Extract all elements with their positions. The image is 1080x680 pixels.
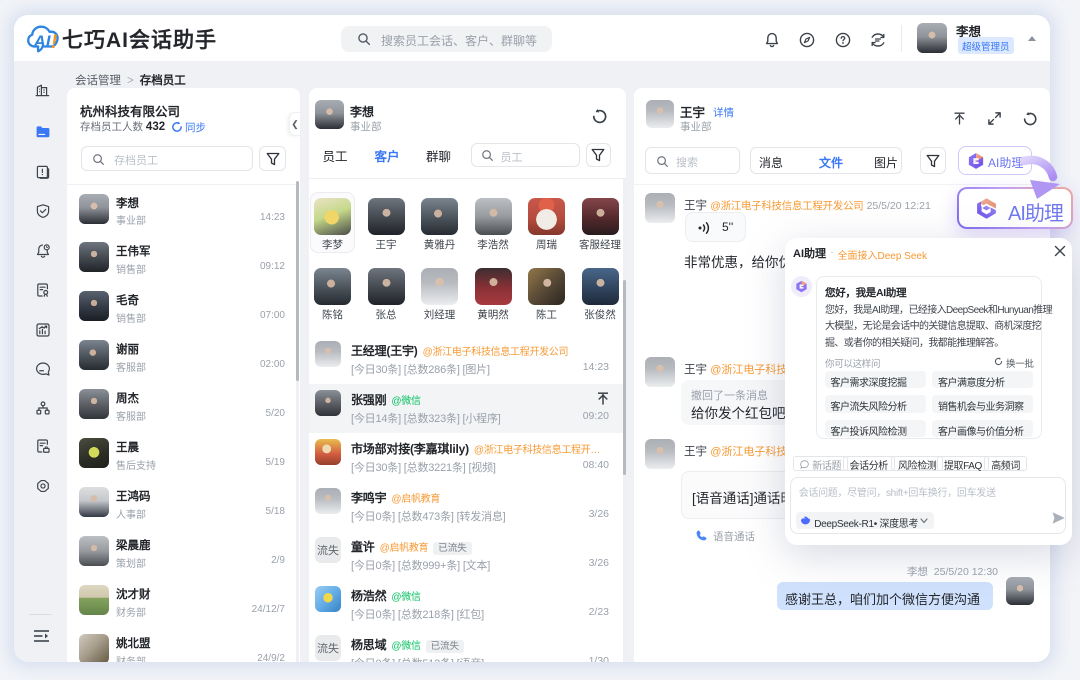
svg-text:!: !	[51, 32, 57, 53]
svg-text:AI: AI	[33, 32, 52, 51]
